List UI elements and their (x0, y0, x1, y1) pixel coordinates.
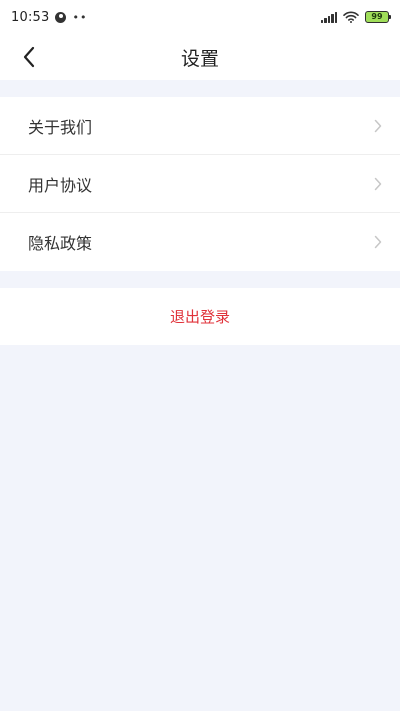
chevron-right-icon (374, 119, 382, 133)
menu-item-label: 用户协议 (28, 175, 93, 195)
menu-item-user-agreement[interactable]: 用户协议 (0, 155, 400, 213)
chevron-left-icon (23, 46, 35, 68)
menu-item-label: 关于我们 (28, 117, 93, 137)
chevron-right-icon (374, 177, 382, 191)
signal-icon (320, 11, 337, 23)
menu-item-privacy-policy[interactable]: 隐私政策 (0, 213, 400, 271)
status-left-icons: •• (55, 10, 88, 24)
person-icon (55, 11, 67, 23)
battery-level: 99 (371, 12, 383, 21)
status-right-icons: 99 (320, 11, 391, 23)
battery-icon: 99 (365, 11, 391, 23)
page-title: 设置 (180, 47, 219, 70)
status-dots: •• (72, 10, 88, 24)
status-time: 10:53 (11, 9, 50, 25)
wifi-icon (343, 11, 359, 23)
back-button[interactable] (14, 42, 44, 72)
logout-section: 退出登录 (0, 288, 400, 345)
chevron-right-icon (374, 235, 382, 249)
logout-button[interactable]: 退出登录 (170, 306, 230, 327)
settings-menu: 关于我们 用户协议 隐私政策 (0, 97, 400, 271)
menu-item-label: 隐私政策 (28, 234, 93, 253)
nav-bar: 设置 (0, 34, 400, 80)
menu-item-about-us[interactable]: 关于我们 (0, 97, 400, 155)
status-bar: 10:53 •• 99 (0, 0, 400, 34)
